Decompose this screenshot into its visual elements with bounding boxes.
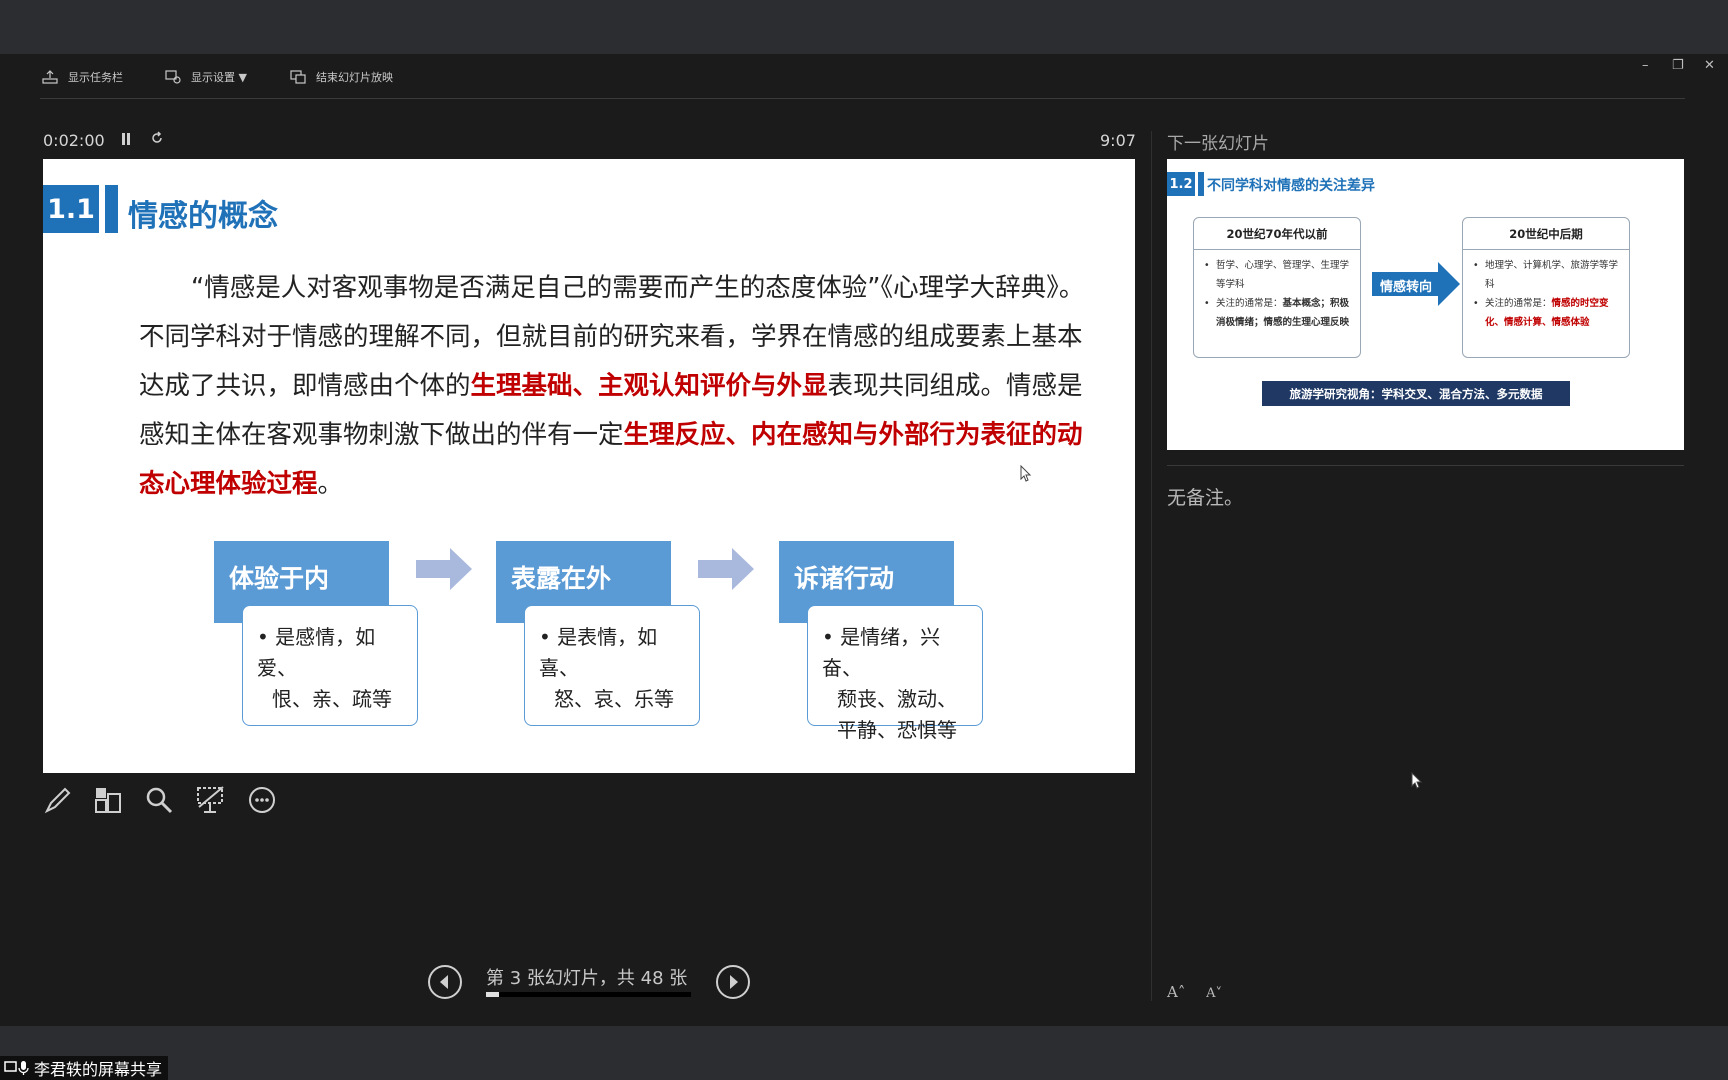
previous-slide-button[interactable] [427,964,463,1000]
box-line: 平静、恐惧等 [837,718,957,742]
slide-progress-fill [486,992,499,997]
increase-font-button[interactable]: A˄ [1167,983,1185,1001]
toolbar-divider [40,98,1685,99]
pen-icon[interactable] [43,785,73,815]
slide-progress-bar [486,992,691,997]
next-right-bullet: 关注的通常是：情感的时空变化、情感计算、情感体验 [1473,294,1621,332]
restore-icon[interactable]: ❐ [1672,58,1684,73]
screen-share-text: 李君轶的屏幕共享 [34,1060,163,1079]
end-slideshow-button[interactable]: 结束幻灯片放映 [290,69,393,85]
next-right-box-title: 20世纪中后期 [1463,218,1629,250]
display-settings-icon [165,70,181,84]
pause-icon[interactable] [121,133,131,145]
body-emphasis: 生理基础、主观认知评价与外显 [470,371,828,401]
end-slideshow-label: 结束幻灯片放映 [316,71,393,84]
box-line: • 是感情，如爱、 [257,625,376,680]
next-slide-number: 1.2 [1167,172,1195,196]
next-right-box: 20世纪中后期 地理学、计算机学、旅游学等学科 关注的通常是：情感的时空变化、情… [1462,217,1630,358]
current-slide[interactable]: 1.1 情感的概念 “情感是人对客观事物是否满足自己的需要而产生的态度体验”《心… [43,159,1135,773]
next-left-box-title: 20世纪70年代以前 [1194,218,1360,250]
show-taskbar-label: 显示任务栏 [68,71,123,84]
more-options-icon[interactable] [247,785,277,815]
mouse-cursor-icon [1020,465,1032,482]
elapsed-timer: 0:02:00 [43,131,105,150]
screen-share-label: 李君轶的屏幕共享 [0,1056,169,1080]
show-taskbar-button[interactable]: 显示任务栏 [42,69,123,85]
next-slide-preview[interactable]: 1.2 不同学科对情感的关注差异 20世纪70年代以前 哲学、心理学、管理学、生… [1167,159,1684,450]
next-left-box: 20世纪70年代以前 哲学、心理学、管理学、生理学等学科 关注的通常是：基本概念… [1193,217,1361,358]
current-time: 9:07 [1100,131,1136,150]
box-line: 颓丧、激动、 [837,687,957,711]
next-slide-arrow-label: 情感转向 [1380,280,1433,295]
next-slide-title-bar [1198,172,1204,196]
flow-arrow-icon [416,548,472,590]
bullet-prefix: 关注的通常是： [1216,298,1283,309]
top-bar [0,0,1728,54]
decrease-font-button[interactable]: A˅ [1206,986,1222,1001]
zoom-icon[interactable] [144,785,174,815]
minimize-icon[interactable]: – [1642,58,1649,73]
display-settings-label: 显示设置 ▼ [191,71,247,84]
next-slide-title: 不同学科对情感的关注差异 [1207,178,1375,194]
bullet-prefix: 关注的通常是： [1485,298,1552,309]
slide-title-bar [105,185,118,233]
box-body-experience: • 是感情，如爱、 恨、亲、疏等 [242,605,418,726]
next-right-bullet: 地理学、计算机学、旅游学等学科 [1473,256,1621,294]
panel-divider [1151,131,1152,1001]
box-line: • 是表情，如喜、 [539,625,658,680]
flow-arrow-icon [698,548,754,590]
box-body-action: • 是情绪，兴奋、 颓丧、激动、 平静、恐惧等 [807,605,983,742]
slide-title: 情感的概念 [128,199,278,234]
black-screen-icon[interactable] [195,785,227,815]
box-line: • 是情绪，兴奋、 [822,625,941,680]
bottom-taskbar [0,1026,1728,1080]
taskbar-icon [42,70,58,84]
see-all-slides-icon[interactable] [93,785,123,815]
notes-divider [1167,465,1684,466]
next-slide-label: 下一张幻灯片 [1167,134,1269,154]
screen-share-icon [4,1061,29,1075]
font-size-controls: A˄ A˅ [1167,983,1222,1001]
slide-counter[interactable]: 第 3 张幻灯片，共 48 张 [486,964,687,990]
box-line: 恨、亲、疏等 [272,687,392,711]
next-left-bullet: 哲学、心理学、管理学、生理学等学科 [1204,256,1352,294]
box-line: 怒、哀、乐等 [554,687,674,711]
speaker-notes[interactable]: 无备注。 [1167,483,1243,510]
next-slide-footer: 旅游学研究视角：学科交叉、混合方法、多元数据 [1262,381,1570,406]
mouse-cursor-icon [1411,772,1423,789]
box-body-expression: • 是表情，如喜、 怒、哀、乐等 [524,605,700,726]
slide-section-number: 1.1 [43,185,99,233]
next-left-bullet: 关注的通常是：基本概念；积极消极情绪；情感的生理心理反映 [1204,294,1352,332]
reset-timer-icon[interactable] [150,131,164,145]
end-slideshow-icon [290,70,306,84]
display-settings-button[interactable]: 显示设置 ▼ [165,69,247,85]
body-text-part: 。 [317,469,344,499]
next-slide-button[interactable] [715,964,751,1000]
close-icon[interactable]: ✕ [1704,58,1715,73]
slide-body-text: “情感是人对客观事物是否满足自己的需要而产生的态度体验”《心理学大辞典》。不同学… [139,264,1089,509]
